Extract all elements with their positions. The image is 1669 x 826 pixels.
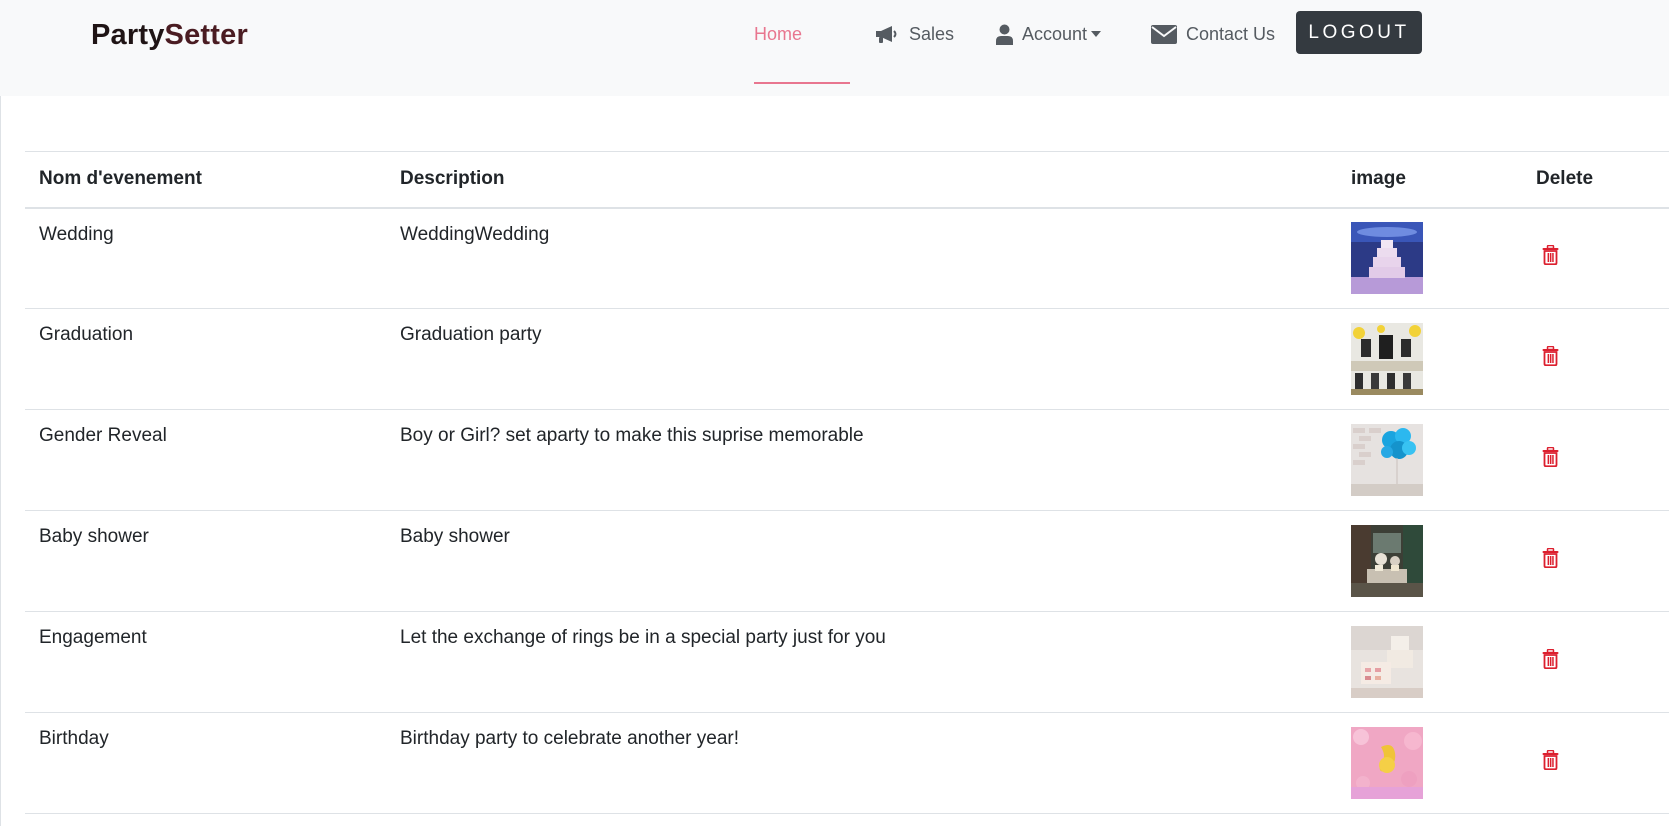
envelope-icon (1151, 24, 1177, 44)
event-description: WeddingWedding (400, 223, 550, 245)
cell-image (1337, 207, 1522, 309)
cell-image (1337, 712, 1522, 814)
nav-home[interactable]: Home (754, 22, 802, 46)
brand-part-1: Party (91, 19, 165, 51)
caret-down-icon (1091, 31, 1102, 37)
event-name: Gender Reveal (39, 425, 167, 446)
nav-sales-label: Sales (909, 23, 955, 44)
cell-delete (1522, 409, 1669, 511)
cell-description: Let the exchange of rings be in a specia… (386, 611, 1337, 713)
cell-event-name: Wedding (25, 207, 386, 309)
cell-description: Boy or Girl? set aparty to make this sup… (386, 409, 1337, 511)
cell-delete (1522, 712, 1669, 814)
delete-button[interactable] (1542, 548, 1559, 568)
blue-balloons-photo (1351, 424, 1423, 496)
cell-image (1337, 510, 1522, 612)
event-description: Graduation party (400, 324, 542, 345)
event-name: Wedding (39, 223, 114, 245)
event-description: Boy or Girl? set aparty to make this sup… (400, 425, 864, 446)
cell-description: Baby shower (386, 510, 1337, 612)
cell-image (1337, 409, 1522, 511)
trash-icon (1542, 346, 1559, 366)
cell-description: Birthday party to celebrate another year… (386, 712, 1337, 814)
event-name: Baby shower (39, 526, 149, 547)
trash-icon (1542, 649, 1559, 669)
cell-delete (1522, 611, 1669, 713)
cell-event-name: Graduation (25, 308, 386, 410)
table-row: Wedding WeddingWedding (25, 207, 1669, 309)
trash-icon (1542, 750, 1559, 770)
baby-shower-table-photo (1351, 525, 1423, 597)
delete-button[interactable] (1542, 447, 1559, 467)
user-icon (996, 24, 1013, 45)
cell-event-name: Baby shower (25, 510, 386, 612)
delete-button[interactable] (1542, 649, 1559, 669)
cell-description: Graduation party (386, 308, 1337, 410)
cell-event-name: Engagement (25, 611, 386, 713)
nav-contact[interactable]: Contact Us (1151, 22, 1275, 46)
cell-delete (1522, 510, 1669, 612)
trash-icon (1542, 548, 1559, 568)
trash-icon (1542, 245, 1559, 266)
logout-button[interactable]: Logout (1296, 11, 1422, 54)
bullhorn-icon (874, 24, 900, 44)
event-name: Engagement (39, 627, 147, 648)
header-image: image (1337, 151, 1522, 209)
delete-button[interactable] (1542, 750, 1559, 770)
table-row: Gender Reveal Boy or Girl? set aparty to… (25, 409, 1669, 511)
nav-account-dropdown[interactable]: Account (996, 22, 1102, 46)
cell-description: WeddingWedding (386, 207, 1337, 309)
table-header-row: Nom d'evenement Description image Delete (25, 151, 1669, 209)
header-description: Description (386, 151, 1337, 209)
table-row: Engagement Let the exchange of rings be … (25, 611, 1669, 713)
navbar: PartySetter Home Sales Account Contact U… (0, 0, 1669, 96)
event-description: Let the exchange of rings be in a specia… (400, 627, 886, 648)
nav-home-label: Home (754, 23, 803, 44)
trash-icon (1542, 447, 1559, 467)
brand-part-2: Setter (164, 19, 248, 51)
table-row: Graduation Graduation party (25, 308, 1669, 410)
graduation-party-photo (1351, 323, 1423, 395)
cell-delete (1522, 308, 1669, 410)
header-delete: Delete (1522, 151, 1669, 209)
delete-button[interactable] (1542, 245, 1559, 266)
nav-sales[interactable]: Sales (874, 22, 954, 46)
nav-account-label: Account (1022, 23, 1088, 44)
nav-contact-label: Contact Us (1186, 23, 1276, 44)
event-description: Baby shower (400, 526, 510, 547)
event-description: Birthday party to celebrate another year… (400, 728, 740, 749)
cell-image (1337, 611, 1522, 713)
birthday-balloon-photo (1351, 727, 1423, 799)
table-row: Baby shower Baby shower (25, 510, 1669, 612)
delete-button[interactable] (1542, 346, 1559, 366)
nav-home-active-indicator (754, 82, 850, 84)
cell-event-name: Gender Reveal (25, 409, 386, 511)
engagement-cake-photo (1351, 626, 1423, 698)
content-left-border (0, 96, 1, 826)
events-table: Nom d'evenement Description image Delete… (25, 151, 1669, 814)
cell-event-name: Birthday (25, 712, 386, 814)
header-event-name: Nom d'evenement (25, 151, 386, 209)
wedding-cake-photo (1351, 222, 1423, 295)
brand-logo[interactable]: PartySetter (91, 16, 248, 54)
cell-delete (1522, 207, 1669, 309)
event-name: Birthday (39, 728, 109, 749)
table-row: Birthday Birthday party to celebrate ano… (25, 712, 1669, 814)
cell-image (1337, 308, 1522, 410)
event-name: Graduation (39, 324, 134, 345)
